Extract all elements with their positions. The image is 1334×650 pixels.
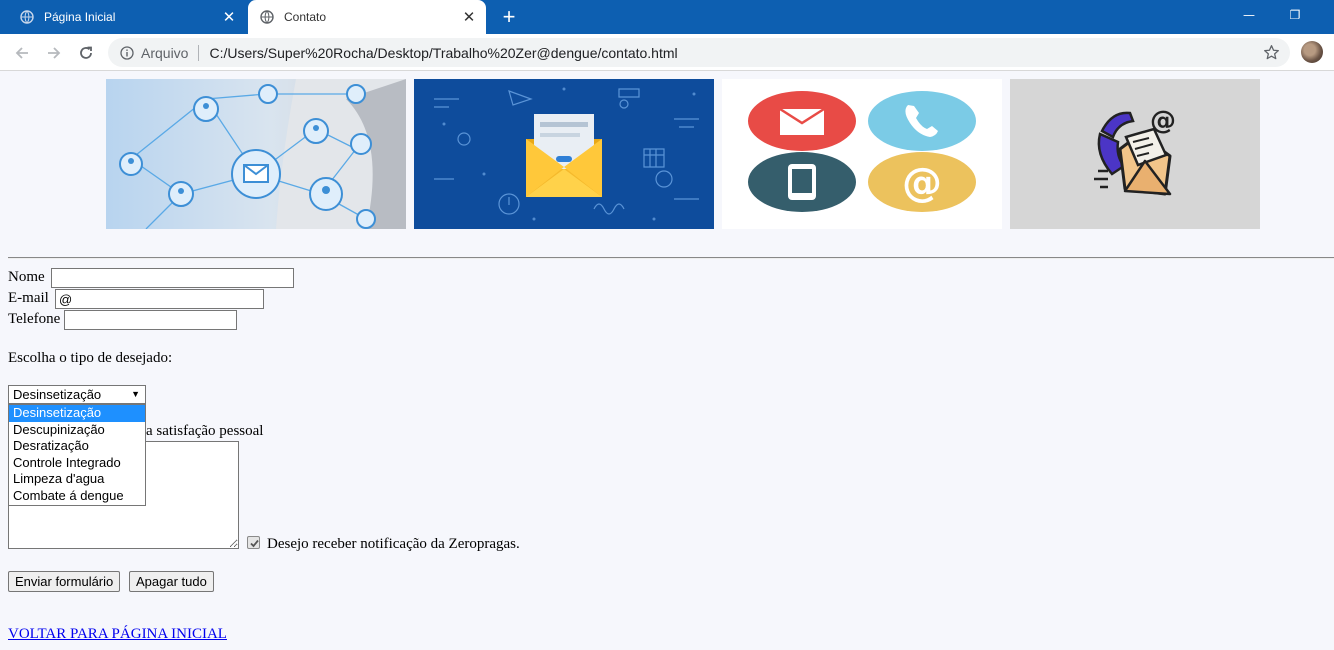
phone-mail-image: @	[1010, 79, 1260, 229]
checkmark-icon	[250, 539, 259, 548]
globe-icon	[20, 10, 34, 24]
divider	[8, 257, 1334, 259]
selected-value: Desinsetização	[13, 387, 102, 402]
arrow-right-icon	[48, 47, 61, 59]
phone-field[interactable]	[64, 310, 237, 330]
name-field[interactable]	[51, 268, 294, 288]
reload-button[interactable]	[74, 41, 98, 65]
forward-button[interactable]	[42, 41, 66, 65]
tab-pagina-inicial[interactable]: Página Inicial ✕	[8, 0, 246, 34]
service-type-select[interactable]: Desinsetização ▼	[8, 385, 146, 404]
option-combate-dengue[interactable]: Combate á dengue	[9, 488, 145, 505]
address-separator	[198, 44, 200, 61]
phone-label: Telefone	[8, 311, 61, 327]
option-desinsetizacao[interactable]: Desinsetização	[9, 405, 145, 422]
tab-title: Contato	[284, 10, 327, 24]
close-tab-icon[interactable]: ✕	[458, 6, 480, 28]
new-tab-button[interactable]: +	[497, 4, 521, 29]
contact-icons-image: @	[722, 79, 1002, 229]
back-button[interactable]	[10, 41, 34, 65]
scheme-label: Arquivo	[141, 44, 189, 61]
close-tab-icon[interactable]: ✕	[218, 6, 240, 28]
minimize-button[interactable]: —	[1226, 0, 1272, 30]
restore-button[interactable]: ❐	[1272, 0, 1318, 30]
service-type-prompt: Escolha o tipo de desejado:	[8, 350, 173, 366]
notify-checkbox[interactable]	[247, 536, 260, 549]
back-home-link[interactable]: VOLTAR PARA PÁGINA INICIAL	[8, 626, 227, 643]
service-type-options: Desinsetização Descupinização Desratizaç…	[8, 404, 146, 506]
info-icon[interactable]	[120, 45, 134, 60]
message-label: a satisfação pessoal	[146, 423, 264, 439]
dropdown-arrow-icon: ▼	[131, 389, 140, 399]
reset-button[interactable]: Apagar tudo	[129, 571, 214, 592]
network-email-image	[106, 79, 406, 229]
globe-icon	[260, 10, 274, 24]
option-descupinizacao[interactable]: Descupinização	[9, 422, 145, 439]
submit-button[interactable]: Enviar formulário	[8, 571, 121, 592]
arrow-left-icon	[15, 47, 28, 59]
email-label: E-mail	[8, 290, 49, 306]
envelope-illustration-image	[414, 79, 714, 229]
option-limpeza-agua[interactable]: Limpeza d'agua	[9, 471, 145, 488]
email-field[interactable]	[55, 289, 264, 309]
tab-contato[interactable]: Contato ✕	[248, 0, 486, 34]
at-icon: @	[902, 160, 942, 206]
option-desratizacao[interactable]: Desratização	[9, 438, 145, 455]
address-bar[interactable]: Arquivo C:/Users/Super%20Rocha/Desktop/T…	[108, 38, 1290, 67]
name-label: Nome	[8, 269, 45, 285]
tab-title: Página Inicial	[44, 10, 116, 24]
reload-icon	[80, 46, 92, 59]
notify-label: Desejo receber notificação da Zeropragas…	[267, 536, 520, 552]
profile-avatar[interactable]	[1301, 41, 1323, 63]
url-text[interactable]: C:/Users/Super%20Rocha/Desktop/Trabalho%…	[209, 45, 677, 61]
at-icon: @	[1150, 106, 1176, 136]
browser-toolbar: Arquivo C:/Users/Super%20Rocha/Desktop/T…	[0, 34, 1334, 71]
tab-strip: Página Inicial ✕ Contato ✕ + — ❐	[0, 0, 1334, 34]
option-controle-integrado[interactable]: Controle Integrado	[9, 455, 145, 472]
star-icon[interactable]	[1263, 44, 1280, 61]
